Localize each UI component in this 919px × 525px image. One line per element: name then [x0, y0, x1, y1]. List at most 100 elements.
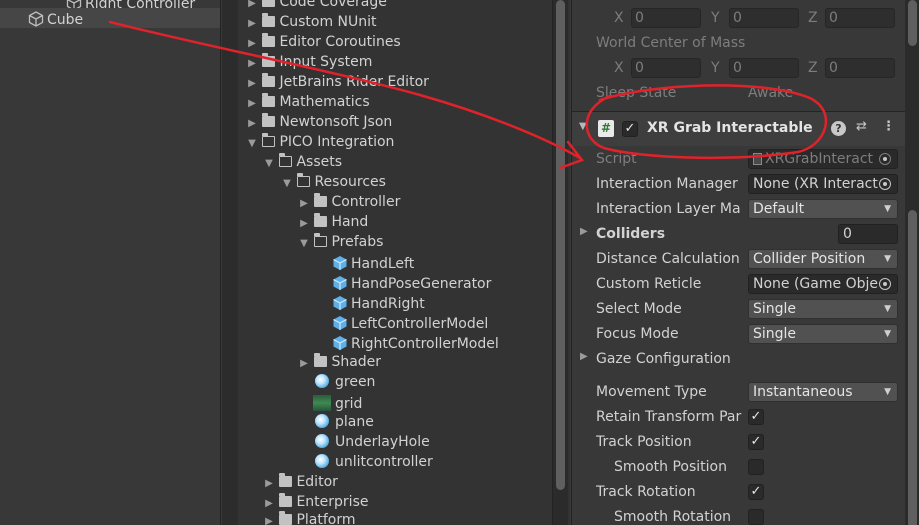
colliders-expand-arrow-icon[interactable]: ▶	[580, 226, 588, 237]
project-folder-prefabs[interactable]: ▼ Prefabs	[298, 232, 383, 252]
script-label: Script	[596, 151, 637, 167]
project-scrollbar-thumb[interactable]	[556, 0, 565, 490]
retain-transform-parent-checkbox[interactable]: ✓	[748, 409, 764, 425]
collapse-arrow-icon[interactable]: ▼	[298, 234, 310, 254]
more-options-icon[interactable]: ⋮	[882, 119, 895, 134]
folder-label: Assets	[296, 154, 343, 170]
presets-icon[interactable]: ⇄	[856, 119, 867, 134]
custom-reticle-field[interactable]: None (Game Obje	[748, 274, 898, 294]
project-folder-shader[interactable]: ▶ Shader	[298, 352, 381, 372]
project-folder-custom-nunit[interactable]: ▶ Custom NUnit	[246, 12, 377, 32]
expand-arrow-icon[interactable]: ▶	[263, 512, 275, 525]
project-scrollbar[interactable]	[552, 0, 568, 525]
hierarchy-item-cube[interactable]: Cube	[0, 8, 220, 28]
folder-icon	[262, 53, 276, 67]
asset-label: UnderlayHole	[335, 434, 430, 450]
asset-label: grid	[335, 396, 363, 412]
component-collapse-arrow-icon[interactable]: ▼	[579, 121, 587, 132]
retain-transform-parent-label: Retain Transform Par	[596, 409, 742, 425]
interaction-manager-field[interactable]: None (XR Interact	[748, 174, 898, 194]
expand-arrow-icon[interactable]: ▶	[298, 214, 310, 234]
expand-arrow-icon[interactable]: ▶	[263, 474, 275, 494]
expand-arrow-icon[interactable]: ▶	[246, 94, 258, 114]
expand-arrow-icon[interactable]: ▶	[246, 54, 258, 74]
gaze-config-expand-arrow-icon[interactable]: ▶	[580, 351, 588, 362]
expand-arrow-icon[interactable]: ▶	[298, 194, 310, 214]
select-mode-label: Select Mode	[596, 301, 682, 317]
project-prefab-handposegenerator[interactable]: HandPoseGenerator	[332, 272, 491, 292]
interaction-manager-label: Interaction Manager	[596, 176, 738, 192]
hierarchy-panel: Right Controller Cube	[0, 0, 221, 525]
project-folder-assets[interactable]: ▼ Assets	[263, 152, 342, 172]
expand-arrow-icon[interactable]: ▶	[246, 114, 258, 134]
project-prefab-handright[interactable]: HandRight	[332, 292, 425, 312]
collapse-arrow-icon[interactable]: ▼	[263, 154, 275, 174]
project-folder-code-coverage[interactable]: ▶ Code Coverage	[246, 0, 387, 12]
expand-arrow-icon[interactable]: ▶	[298, 354, 310, 374]
inertia-z-field[interactable]: 0	[825, 8, 895, 28]
project-texture-grid[interactable]: grid	[313, 392, 362, 412]
smooth-rotation-checkbox[interactable]	[748, 509, 764, 525]
project-prefab-handleft[interactable]: HandLeft	[332, 252, 414, 272]
folder-label: Controller	[331, 194, 401, 210]
project-prefab-leftcontrollermodel[interactable]: LeftControllerModel	[332, 312, 488, 332]
object-picker-icon[interactable]	[879, 178, 891, 190]
movement-type-value: Instantaneous	[753, 384, 853, 400]
interaction-layer-dropdown[interactable]: Default ▼	[748, 199, 898, 219]
world-com-z-field[interactable]: 0	[825, 58, 895, 78]
prefab-icon	[333, 276, 347, 290]
focus-mode-value: Single	[753, 326, 797, 342]
distance-calculation-dropdown[interactable]: Collider Position ▼	[748, 249, 898, 269]
colliders-label[interactable]: Colliders	[596, 224, 665, 244]
project-folder-editor-coroutines[interactable]: ▶ Editor Coroutines	[246, 32, 401, 52]
project-folder-jetbrains[interactable]: ▶ JetBrains Rider Editor	[246, 72, 429, 92]
inertia-x-field[interactable]: 0	[631, 8, 701, 28]
component-enabled-checkbox[interactable]: ✓	[622, 121, 638, 137]
inspector-scrollbar-thumb-top[interactable]	[908, 0, 917, 46]
folder-label: Editor	[296, 474, 338, 490]
inertia-y-field[interactable]: 0	[729, 8, 799, 28]
project-material-unlitcontroller[interactable]: unlitcontroller	[315, 452, 433, 472]
project-folder-pico-integration[interactable]: ▼ PICO Integration	[246, 132, 394, 152]
project-material-plane[interactable]: plane	[315, 412, 374, 432]
colliders-size-field[interactable]: 0	[838, 224, 898, 244]
material-icon	[315, 434, 329, 448]
z-label: Z	[808, 60, 818, 76]
gaze-configuration-label[interactable]: Gaze Configuration	[596, 349, 731, 369]
help-icon[interactable]: ?	[831, 121, 846, 136]
focus-mode-dropdown[interactable]: Single ▼	[748, 324, 898, 344]
prefab-icon	[333, 336, 347, 350]
project-folder-newtonsoft[interactable]: ▶ Newtonsoft Json	[246, 112, 392, 132]
collapse-arrow-icon[interactable]: ▼	[246, 134, 258, 154]
smooth-position-checkbox[interactable]	[748, 459, 764, 475]
project-folder-controller[interactable]: ▶ Controller	[298, 192, 400, 212]
expand-arrow-icon[interactable]: ▶	[246, 14, 258, 34]
material-icon	[315, 454, 329, 468]
world-com-y-field[interactable]: 0	[729, 58, 799, 78]
select-mode-dropdown[interactable]: Single ▼	[748, 299, 898, 319]
inspector-scrollbar[interactable]	[905, 0, 919, 525]
movement-type-dropdown[interactable]: Instantaneous ▼	[748, 382, 898, 402]
dropdown-arrow-icon: ▼	[884, 304, 891, 314]
folder-icon	[262, 13, 276, 27]
track-rotation-checkbox[interactable]: ✓	[748, 484, 764, 500]
project-folder-enterprise[interactable]: ▶ Enterprise	[263, 492, 368, 512]
project-material-underlayhole[interactable]: UnderlayHole	[315, 432, 430, 452]
project-folder-platform[interactable]: ▶ Platform	[263, 510, 356, 525]
project-folder-mathematics[interactable]: ▶ Mathematics	[246, 92, 370, 112]
expand-arrow-icon[interactable]: ▶	[246, 74, 258, 94]
expand-arrow-icon[interactable]: ▶	[246, 34, 258, 54]
project-folder-input-system[interactable]: ▶ Input System	[246, 52, 372, 72]
project-material-green[interactable]: green	[315, 372, 375, 392]
object-picker-icon[interactable]	[879, 278, 891, 290]
project-folder-resources[interactable]: ▼ Resources	[281, 172, 386, 192]
project-folder-editor[interactable]: ▶ Editor	[263, 472, 338, 492]
project-folder-hand[interactable]: ▶ Hand	[298, 212, 368, 232]
track-position-checkbox[interactable]: ✓	[748, 434, 764, 450]
project-prefab-rightcontrollermodel[interactable]: RightControllerModel	[332, 332, 499, 352]
inspector-scrollbar-thumb[interactable]	[908, 210, 917, 525]
object-picker-icon	[879, 153, 891, 165]
folder-icon	[314, 193, 328, 207]
collapse-arrow-icon[interactable]: ▼	[281, 174, 293, 194]
world-com-x-field[interactable]: 0	[631, 58, 701, 78]
